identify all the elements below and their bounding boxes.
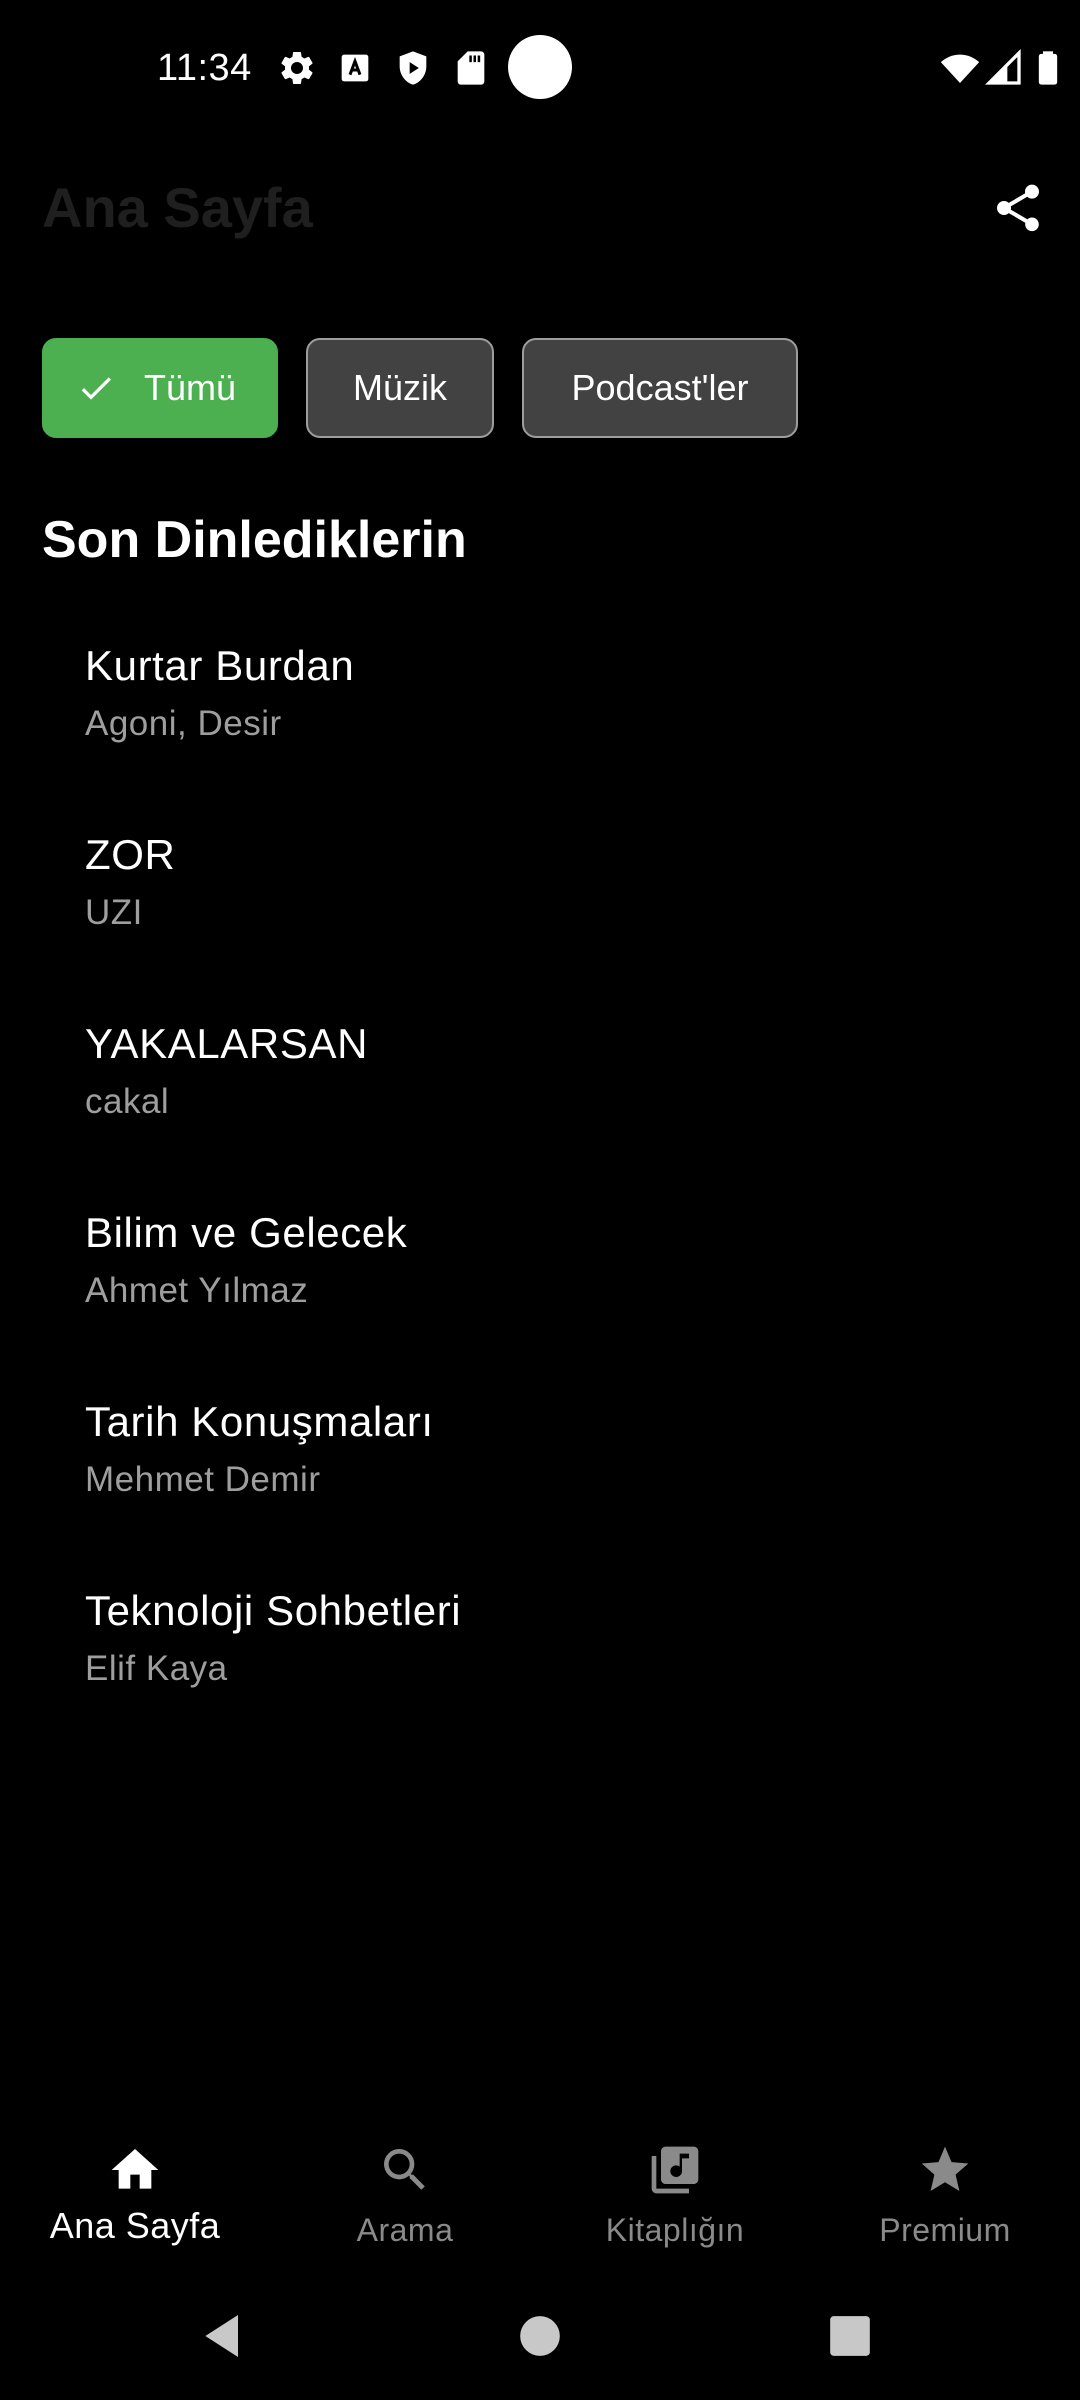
item-subtitle: cakal <box>85 1082 170 1121</box>
item-title: Teknoloji Sohbetleri <box>85 1587 462 1634</box>
shield-play-icon <box>393 48 433 88</box>
check-icon <box>81 377 111 400</box>
list-item[interactable]: Bilim ve Gelecek Ahmet Yılmaz <box>85 1207 985 1337</box>
item-subtitle: UZI <box>85 893 143 932</box>
chip-all-label: Tümü <box>143 367 237 408</box>
nav-home-label: Ana Sayfa <box>49 2205 221 2246</box>
screen: 11:34 Ana Sayfa Tümü Müzik Podcast'ler S… <box>0 0 1080 2400</box>
item-title: Tarih Konuşmaları <box>85 1398 434 1445</box>
item-subtitle: Mehmet Demir <box>85 1460 321 1499</box>
chip-music-label: Müzik <box>352 367 447 408</box>
recents-button[interactable] <box>822 2308 878 2364</box>
system-nav-bar <box>0 2290 1080 2380</box>
item-title: Bilim ve Gelecek <box>85 1209 408 1256</box>
back-button[interactable] <box>196 2308 252 2364</box>
list-item[interactable]: ZOR UZI <box>85 829 985 959</box>
item-title: ZOR <box>85 831 176 878</box>
item-title: Kurtar Burdan <box>85 642 355 689</box>
search-icon <box>377 2142 433 2198</box>
page-title: Ana Sayfa <box>42 176 313 239</box>
gear-icon <box>277 48 317 88</box>
a-box-icon <box>335 48 375 88</box>
home-icon <box>107 2142 163 2198</box>
wifi-icon <box>940 48 980 88</box>
chip-all[interactable]: Tümü <box>42 338 278 438</box>
back-triangle-icon <box>205 2315 238 2357</box>
home-circle-icon <box>520 2316 560 2356</box>
item-subtitle: Elif Kaya <box>85 1649 228 1688</box>
item-title: YAKALARSAN <box>85 1020 368 1067</box>
nav-premium-label: Premium <box>879 2212 1011 2248</box>
status-time: 11:34 <box>157 47 252 89</box>
item-subtitle: Agoni, Desir <box>85 704 282 743</box>
list-item[interactable]: Tarih Konuşmaları Mehmet Demir <box>85 1396 985 1526</box>
star-icon <box>917 2142 973 2198</box>
recents-square-icon <box>830 2316 870 2356</box>
nav-search[interactable]: Arama <box>270 2120 540 2260</box>
camera-cutout <box>508 35 572 99</box>
share-icon <box>997 184 1039 232</box>
chip-music[interactable]: Müzik <box>306 338 494 438</box>
list-item[interactable]: Kurtar Burdan Agoni, Desir <box>85 640 985 770</box>
status-bar: 11:34 <box>0 0 1080 132</box>
nav-library-label: Kitaplığın <box>605 2212 745 2248</box>
signal-icon <box>984 48 1024 88</box>
list-item[interactable]: YAKALARSAN cakal <box>85 1018 985 1148</box>
chip-podcasts[interactable]: Podcast'ler <box>522 338 798 438</box>
bottom-nav: Ana Sayfa Arama Kitaplığın Premium <box>0 2120 1080 2260</box>
sd-card-icon <box>451 48 491 88</box>
nav-library[interactable]: Kitaplığın <box>540 2120 810 2260</box>
list-item[interactable]: Teknoloji Sohbetleri Elif Kaya <box>85 1585 985 1715</box>
section-title: Son Dinlediklerin <box>42 511 467 569</box>
share-button[interactable] <box>988 178 1048 238</box>
library-music-icon <box>647 2142 703 2198</box>
chip-podcasts-label: Podcast'ler <box>571 367 749 408</box>
home-button[interactable] <box>512 2308 568 2364</box>
item-subtitle: Ahmet Yılmaz <box>85 1271 309 1310</box>
battery-icon <box>1028 48 1068 88</box>
nav-home[interactable]: Ana Sayfa <box>0 2120 270 2260</box>
nav-premium[interactable]: Premium <box>810 2120 1080 2260</box>
nav-search-label: Arama <box>356 2212 454 2248</box>
